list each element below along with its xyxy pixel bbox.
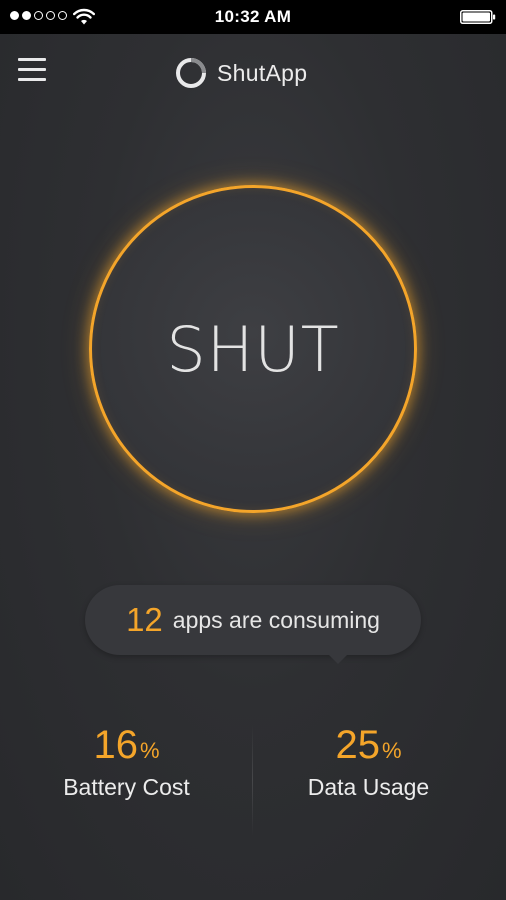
battery-cost-stat: 16% Battery Cost xyxy=(0,720,253,801)
app-brand: ShutApp xyxy=(175,56,307,90)
app-header: ShutApp xyxy=(0,34,506,114)
consuming-apps-count: 12 xyxy=(126,601,163,638)
battery-cost-label: Battery Cost xyxy=(63,774,190,800)
status-bar: 10:32 AM xyxy=(0,0,506,34)
battery-cost-value: 16 xyxy=(93,723,138,767)
data-usage-label: Data Usage xyxy=(307,774,430,800)
consuming-apps-text: apps are consuming xyxy=(172,606,380,633)
status-time: 10:32 AM xyxy=(214,7,292,26)
usage-stats: 16% Battery Cost 25% Data Usage xyxy=(0,720,506,840)
ring-logo-icon xyxy=(176,58,206,88)
shut-button[interactable]: SHUT xyxy=(89,185,417,513)
data-usage-value: 25 xyxy=(335,723,380,767)
app-title: ShutApp xyxy=(217,59,308,86)
battery-icon xyxy=(460,10,496,24)
app-screen: 10:32 AM ShutApp SHUT 12 apps are consum… xyxy=(0,0,506,900)
data-usage-stat: 25% Data Usage xyxy=(242,720,495,801)
consuming-apps-bubble[interactable]: 12 apps are consuming xyxy=(85,585,421,664)
hamburger-icon[interactable] xyxy=(18,56,48,86)
battery-cost-unit: % xyxy=(139,738,160,763)
data-usage-unit: % xyxy=(381,738,402,763)
shut-button-label: SHUT xyxy=(166,312,340,386)
